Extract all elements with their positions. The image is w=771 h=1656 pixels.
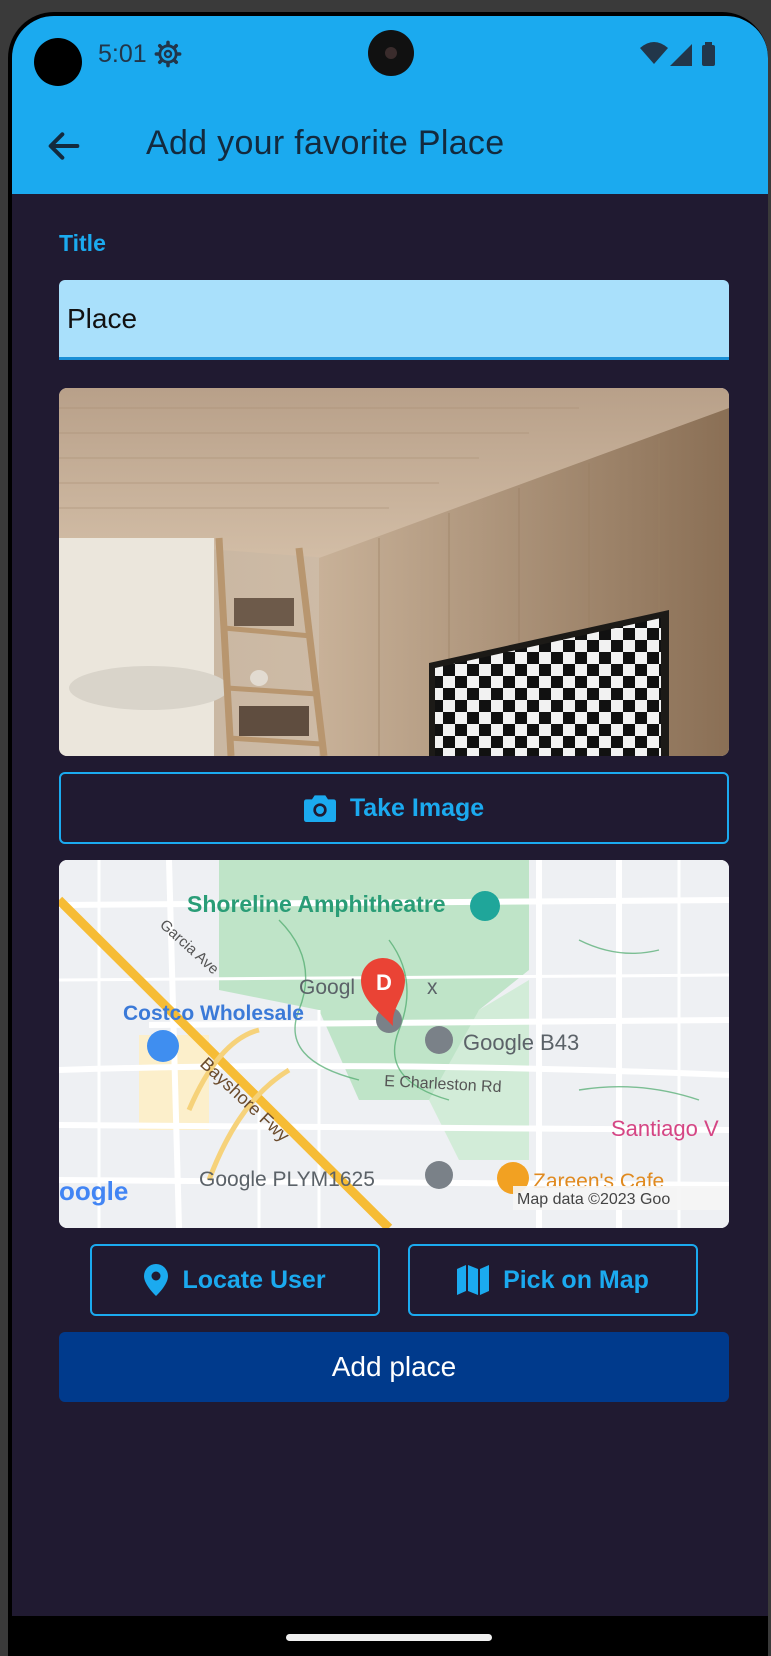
form-content: Title Place Take Image Shoreline Amphith…	[12, 194, 768, 1594]
svg-text:Google PLYM1625: Google PLYM1625	[199, 1168, 375, 1191]
camera-icon	[303, 795, 336, 822]
device-frame: 5:01 Add your favorite Place Title Place…	[8, 12, 768, 1656]
map-label-costco: Costco Wholesale	[123, 1002, 304, 1025]
status-icons	[640, 42, 715, 66]
svg-text:Santiago V: Santiago V	[611, 1116, 719, 1141]
title-label: Title	[59, 230, 106, 256]
screen: 5:01 Add your favorite Place Title Place…	[12, 16, 768, 1656]
gear-icon	[154, 40, 182, 68]
add-place-button[interactable]: Add place	[59, 1332, 729, 1402]
svg-text:D: D	[376, 970, 392, 995]
locate-user-button[interactable]: Locate User	[90, 1244, 380, 1316]
image-preview	[59, 388, 729, 756]
status-time: 5:01	[98, 40, 147, 68]
add-place-label: Add place	[331, 1351, 457, 1382]
pick-on-map-button[interactable]: Pick on Map	[408, 1244, 698, 1316]
arrow-left-icon[interactable]	[44, 126, 84, 166]
title-field	[59, 280, 729, 360]
pick-on-map-label: Pick on Map	[503, 1265, 649, 1294]
take-image-label: Take Image	[349, 793, 485, 822]
svg-text:Google B43: Google B43	[463, 1030, 579, 1055]
map-preview[interactable]: Shoreline Amphitheatre Garcia Ave Costco…	[59, 860, 729, 1228]
take-image-button[interactable]: Take Image	[59, 772, 729, 844]
home-gesture-bar[interactable]	[286, 1634, 492, 1641]
app-bar: 5:01 Add your favorite Place	[12, 16, 768, 194]
svg-text:x: x	[427, 976, 438, 999]
location-pin-icon	[144, 1264, 169, 1296]
battery-icon	[702, 45, 715, 66]
camera-cutout	[34, 38, 82, 86]
map-icon	[457, 1265, 490, 1295]
front-camera	[368, 30, 414, 76]
title-input[interactable]	[59, 280, 729, 357]
navigation-bar	[12, 1616, 768, 1656]
map-image: Shoreline Amphitheatre Garcia Ave Costco…	[59, 860, 729, 1228]
locate-user-label: Locate User	[182, 1265, 326, 1294]
signal-icon	[670, 44, 692, 66]
svg-text:Googl: Googl	[299, 976, 355, 999]
room-photo	[59, 388, 729, 756]
wifi-icon	[640, 42, 668, 64]
page-title: Add your favorite Place	[146, 124, 505, 162]
map-label-shoreline: Shoreline Amphitheatre	[187, 891, 446, 917]
google-logo: oogle	[59, 1176, 128, 1206]
map-attribution: Map data ©2023 Goo	[517, 1191, 670, 1208]
